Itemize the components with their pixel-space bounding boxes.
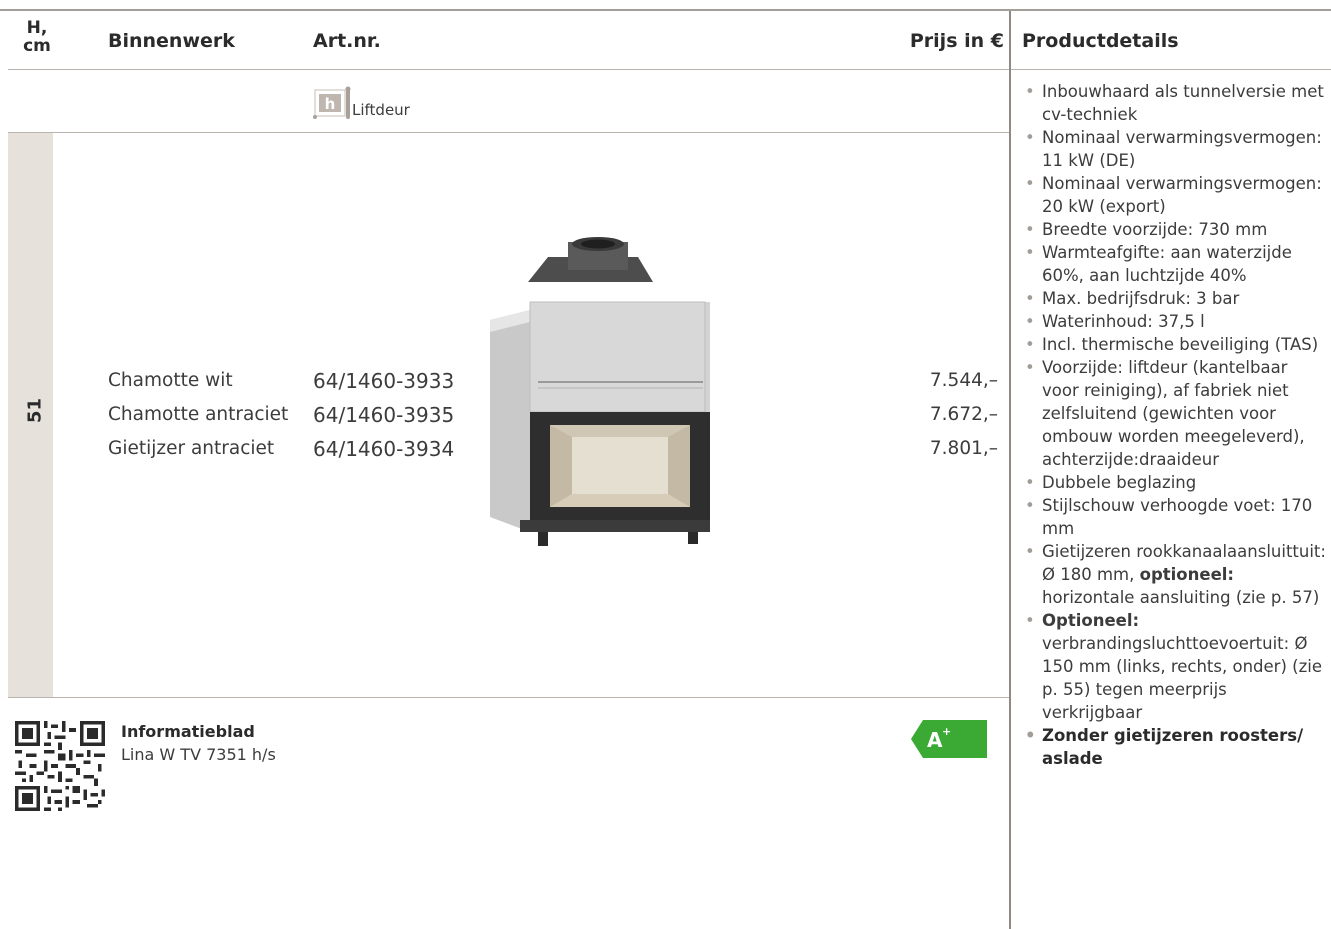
row-3-artnr: 64/1460-3934 bbox=[313, 437, 455, 461]
product-details-list: Inbouwhaard als tunnelversie met cv-tech… bbox=[1017, 80, 1329, 770]
liftdeur-icon-letter: h bbox=[325, 95, 336, 113]
detail-text: horizontale aansluiting (zie p. 57) bbox=[1042, 588, 1320, 607]
detail-item: Max. bedrijfsdruk: 3 bar bbox=[1017, 287, 1329, 310]
fireplace-product-image bbox=[490, 237, 710, 546]
footer-rule bbox=[8, 697, 1009, 698]
detail-item: Inbouwhaard als tunnelversie met cv-tech… bbox=[1017, 80, 1329, 126]
row-1-binnenwerk: Chamotte wit bbox=[108, 370, 233, 391]
energy-class-sup: + bbox=[942, 725, 951, 738]
header-rule bbox=[8, 69, 1009, 70]
detail-item: Voorzijde: liftdeur (kantelbaar voor rei… bbox=[1017, 356, 1329, 471]
energy-class: A bbox=[927, 728, 943, 752]
header-productdetails: Productdetails bbox=[1022, 30, 1179, 52]
height-value: 51 bbox=[24, 397, 46, 424]
detail-item: Zonder gietijzeren roosters/ aslade bbox=[1017, 724, 1329, 770]
row-3-price: 7.801,– bbox=[929, 438, 998, 459]
detail-bold-text: optioneel: bbox=[1139, 565, 1235, 584]
header-binnenwerk: Binnenwerk bbox=[108, 30, 235, 52]
row-2-price: 7.672,– bbox=[929, 404, 998, 425]
header-height-h: H, bbox=[26, 18, 48, 38]
detail-item: Waterinhoud: 37,5 l bbox=[1017, 310, 1329, 333]
detail-item: Breedte voorzijde: 730 mm bbox=[1017, 218, 1329, 241]
header-artnr: Art.nr. bbox=[313, 30, 381, 52]
door-rule bbox=[8, 132, 1009, 133]
detail-item: Nominaal verwarmingsvermogen: 11 kW (DE) bbox=[1017, 126, 1329, 172]
detail-item: Gietijzeren rookkanaalaansluittuit: Ø 18… bbox=[1017, 540, 1329, 609]
energy-label-icon: A + bbox=[911, 720, 987, 758]
detail-item: Dubbele beglazing bbox=[1017, 471, 1329, 494]
detail-item: Optioneel: verbrandingsluchttoevoertuit:… bbox=[1017, 609, 1329, 724]
liftdeur-icon: h bbox=[313, 86, 351, 119]
qr-code-icon[interactable] bbox=[15, 721, 105, 811]
header-height: H, cm bbox=[17, 19, 57, 55]
row-2-binnenwerk: Chamotte antraciet bbox=[108, 404, 289, 425]
detail-item: Nominaal verwarmingsvermogen: 20 kW (exp… bbox=[1017, 172, 1329, 218]
info-sheet-title: Informatieblad bbox=[121, 722, 255, 741]
detail-text: verbrandingsluchttoevoertuit: Ø 150 mm (… bbox=[1042, 634, 1322, 722]
detail-item: Warmteafgifte: aan waterzijde 60%, aan l… bbox=[1017, 241, 1329, 287]
row-1-artnr: 64/1460-3933 bbox=[313, 369, 455, 393]
top-rule bbox=[0, 9, 1331, 11]
row-1-price: 7.544,– bbox=[929, 370, 998, 391]
detail-item: Incl. thermische beveiliging (TAS) bbox=[1017, 333, 1329, 356]
info-sheet-model: Lina W TV 7351 h/s bbox=[121, 745, 276, 764]
detail-bold-text: Optioneel: bbox=[1042, 611, 1140, 630]
header-price: Prijs in € bbox=[909, 30, 1004, 52]
detail-item: Stijlschouw verhoogde voet: 170 mm bbox=[1017, 494, 1329, 540]
row-3-binnenwerk: Gietijzer antraciet bbox=[108, 438, 275, 459]
header-height-cm: cm bbox=[23, 36, 51, 56]
liftdeur-label: Liftdeur bbox=[352, 101, 410, 119]
header-rule-right bbox=[1011, 69, 1331, 70]
row-2-artnr: 64/1460-3935 bbox=[313, 403, 455, 427]
column-divider bbox=[1009, 11, 1011, 929]
